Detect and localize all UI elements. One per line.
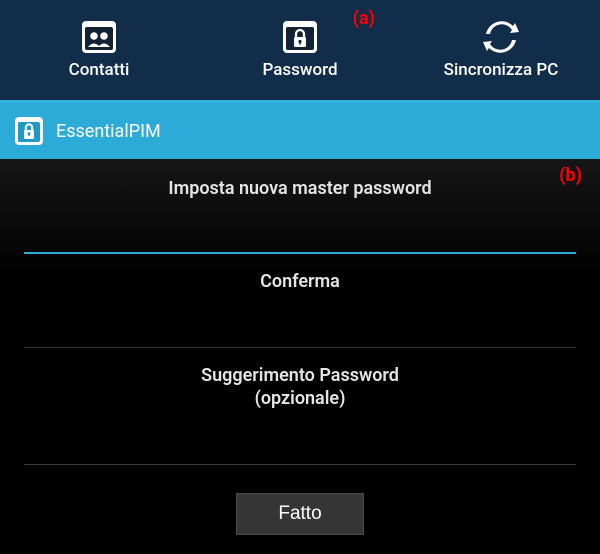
confirm-group: Conferma: [24, 270, 576, 293]
confirm-input[interactable]: [24, 304, 576, 348]
tab-contacts[interactable]: Contatti: [0, 0, 198, 98]
marker-b: (b): [559, 165, 582, 186]
hint-group: Suggerimento Password (opzionale): [24, 364, 576, 411]
tab-sync[interactable]: Sincronizza PC: [402, 0, 600, 98]
titlebar: EssentialPIM: [0, 103, 600, 159]
lock-icon: [280, 19, 320, 55]
tab-contacts-label: Contatti: [69, 60, 130, 80]
confirm-label: Conferma: [24, 270, 576, 293]
hint-label-line1: Suggerimento Password: [24, 364, 576, 387]
button-row: Fatto: [24, 493, 576, 535]
contacts-icon: [79, 19, 119, 55]
tab-sync-label: Sincronizza PC: [444, 60, 559, 80]
hint-input[interactable]: [24, 421, 576, 465]
done-button[interactable]: Fatto: [236, 493, 364, 535]
app-lock-icon: [14, 116, 44, 146]
marker-a: (a): [353, 8, 375, 29]
hint-label-line2: (opzionale): [24, 387, 576, 410]
new-password-input[interactable]: [24, 210, 576, 254]
top-tabs: Contatti (a) Password Sincronizza PC: [0, 0, 600, 100]
content-area: (b) Imposta nuova master password Confer…: [0, 159, 600, 554]
tab-password-label: Password: [262, 60, 337, 80]
tab-password[interactable]: (a) Password: [201, 0, 399, 98]
new-password-label: Imposta nuova master password: [24, 177, 576, 200]
new-password-group: Imposta nuova master password: [24, 177, 576, 200]
sync-icon: [481, 19, 521, 55]
app-title: EssentialPIM: [56, 121, 161, 142]
